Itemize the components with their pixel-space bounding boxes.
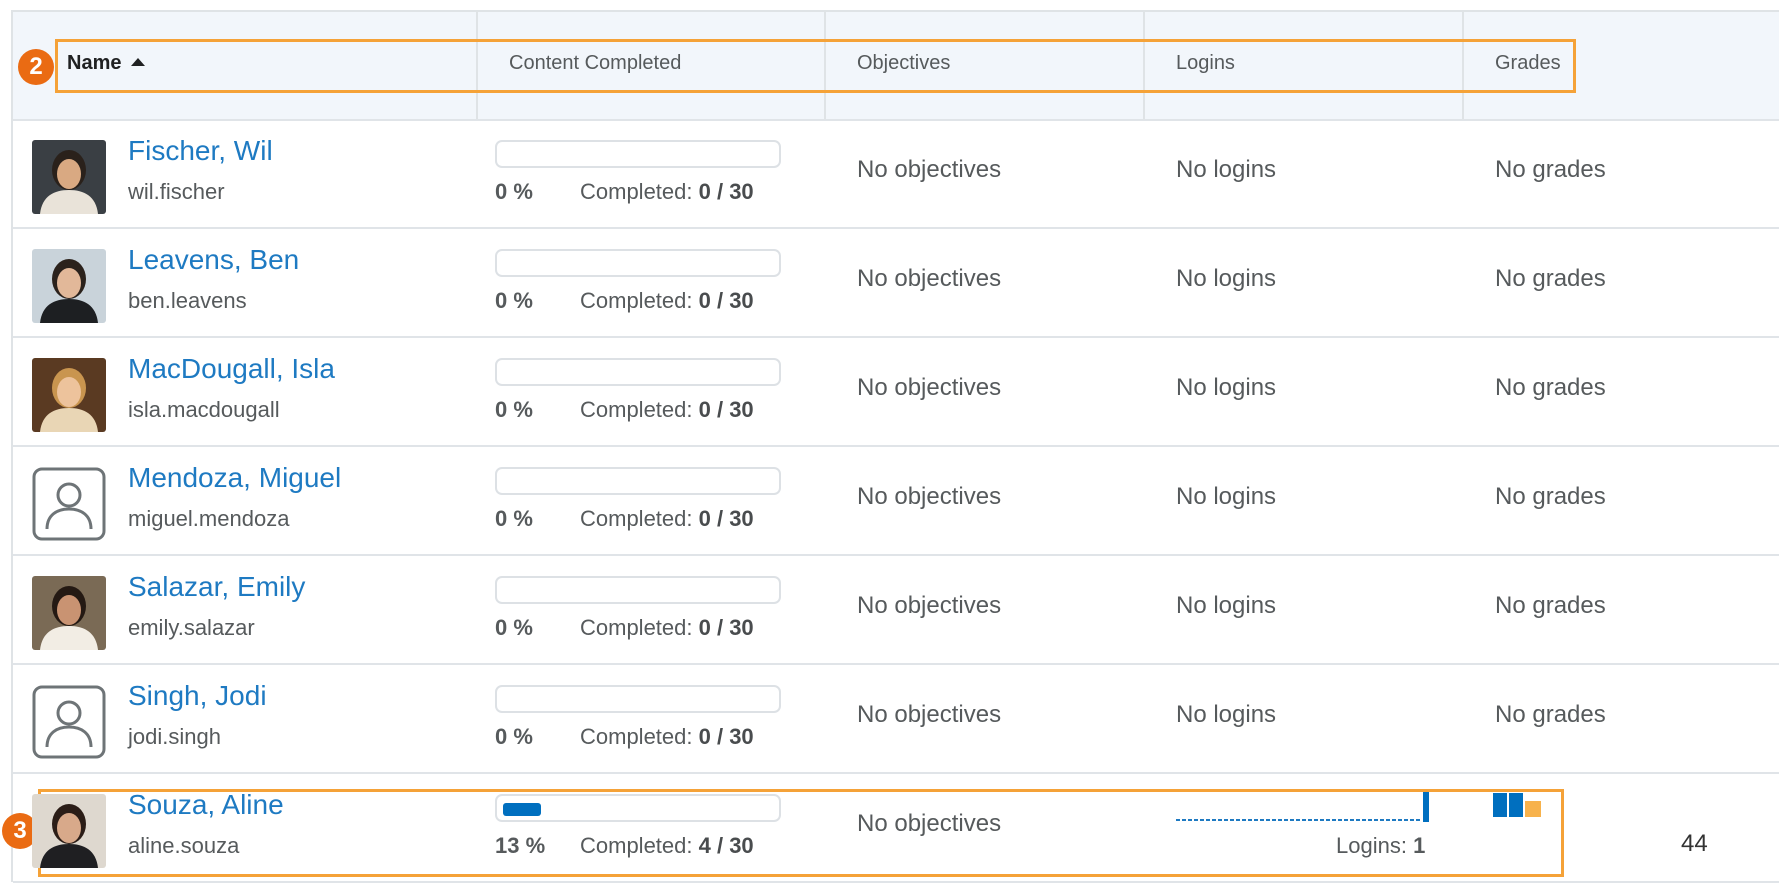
progress-percent: 13 % <box>495 833 546 858</box>
logins-label: Logins: <box>1336 833 1414 858</box>
grades-cell: No grades <box>1495 156 1606 183</box>
avatar <box>32 794 106 868</box>
logins-count: Logins: 1 <box>1336 833 1425 859</box>
grades-cell: No grades <box>1495 374 1606 401</box>
user-name-link[interactable]: Salazar, Emily <box>128 571 305 603</box>
user-name-link[interactable]: Souza, Aline <box>128 789 284 821</box>
completed-value: 0 / 30 <box>698 615 754 640</box>
avatar <box>32 140 106 214</box>
progress-bar <box>495 467 781 495</box>
progress-percent: 0 % <box>495 179 533 204</box>
avatar <box>32 358 106 432</box>
logins-cell: No logins <box>1176 374 1277 401</box>
progress-percent: 0 % <box>495 397 533 422</box>
logins-sparkline <box>1174 787 1430 827</box>
completed-label: Completed: <box>580 397 699 422</box>
user-login-id: isla.macdougall <box>128 397 280 422</box>
header-highlight-box <box>55 39 1576 93</box>
completed-label: Completed: <box>580 288 699 313</box>
objectives-cell: No objectives <box>857 701 1002 728</box>
logins-cell: No logins <box>1176 592 1277 619</box>
completed-value: 4 / 30 <box>698 833 754 858</box>
completed-count: Completed: 0 / 30 <box>580 179 754 205</box>
grades-cell: No grades <box>1495 265 1606 292</box>
default-user-icon <box>32 685 106 759</box>
progress-bar <box>495 358 781 386</box>
user-login-id: wil.fischer <box>128 179 225 204</box>
grades-cell: No grades <box>1495 592 1606 619</box>
progress-percent: 0 % <box>495 724 533 749</box>
objectives-cell: No objectives <box>857 265 1002 292</box>
completed-count: Completed: 0 / 30 <box>580 397 754 423</box>
grades-cell: No grades <box>1495 483 1606 510</box>
progress-bar <box>495 576 781 604</box>
completed-label: Completed: <box>580 833 699 858</box>
completed-value: 0 / 30 <box>698 506 754 531</box>
user-name-link[interactable]: Mendoza, Miguel <box>128 462 341 494</box>
objectives-cell: No objectives <box>857 592 1002 619</box>
progress-bar-fill <box>503 803 541 816</box>
completed-count: Completed: 0 / 30 <box>580 615 754 641</box>
progress-bar <box>495 140 781 168</box>
completed-count: Completed: 0 / 30 <box>580 724 754 750</box>
logins-cell: No logins <box>1176 156 1277 183</box>
user-name-link[interactable]: Singh, Jodi <box>128 680 267 712</box>
user-login-id: miguel.mendoza <box>128 506 290 531</box>
logins-cell: No logins <box>1176 483 1277 510</box>
progress-percent: 0 % <box>495 288 533 313</box>
objectives-cell: No objectives <box>857 156 1002 183</box>
user-name-link[interactable]: Fischer, Wil <box>128 135 273 167</box>
user-login-id: jodi.singh <box>128 724 221 749</box>
completed-count: Completed: 4 / 30 <box>580 833 754 859</box>
completed-label: Completed: <box>580 724 699 749</box>
progress-bar <box>495 249 781 277</box>
callout-badge-2: 2 <box>18 49 54 85</box>
grades-cell: No grades <box>1495 701 1606 728</box>
progress-percent: 0 % <box>495 615 533 640</box>
objectives-cell: No objectives <box>857 483 1002 510</box>
user-login-id: ben.leavens <box>128 288 247 313</box>
completed-label: Completed: <box>580 615 699 640</box>
completed-value: 0 / 30 <box>698 288 754 313</box>
user-name-link[interactable]: MacDougall, Isla <box>128 353 335 385</box>
completed-label: Completed: <box>580 179 699 204</box>
logins-cell: No logins <box>1176 265 1277 292</box>
objectives-cell: No objectives <box>857 374 1002 401</box>
logins-value: 1 <box>1413 833 1426 858</box>
completed-label: Completed: <box>580 506 699 531</box>
progress-percent: 0 % <box>495 506 533 531</box>
user-name-link[interactable]: Leavens, Ben <box>128 244 299 276</box>
completed-value: 0 / 30 <box>698 397 754 422</box>
completed-count: Completed: 0 / 30 <box>580 506 754 532</box>
progress-bar <box>495 794 781 822</box>
completed-value: 0 / 30 <box>698 724 754 749</box>
progress-bar <box>495 685 781 713</box>
objectives-cell: No objectives <box>857 810 1002 837</box>
avatar <box>32 576 106 650</box>
avatar <box>32 249 106 323</box>
default-user-icon <box>32 467 106 541</box>
grades-chart <box>1493 793 1545 819</box>
logins-cell: No logins <box>1176 701 1277 728</box>
completed-count: Completed: 0 / 30 <box>580 288 754 314</box>
user-login-id: aline.souza <box>128 833 240 858</box>
page-number: 44 <box>1681 830 1708 857</box>
user-login-id: emily.salazar <box>128 615 255 640</box>
completed-value: 0 / 30 <box>698 179 754 204</box>
